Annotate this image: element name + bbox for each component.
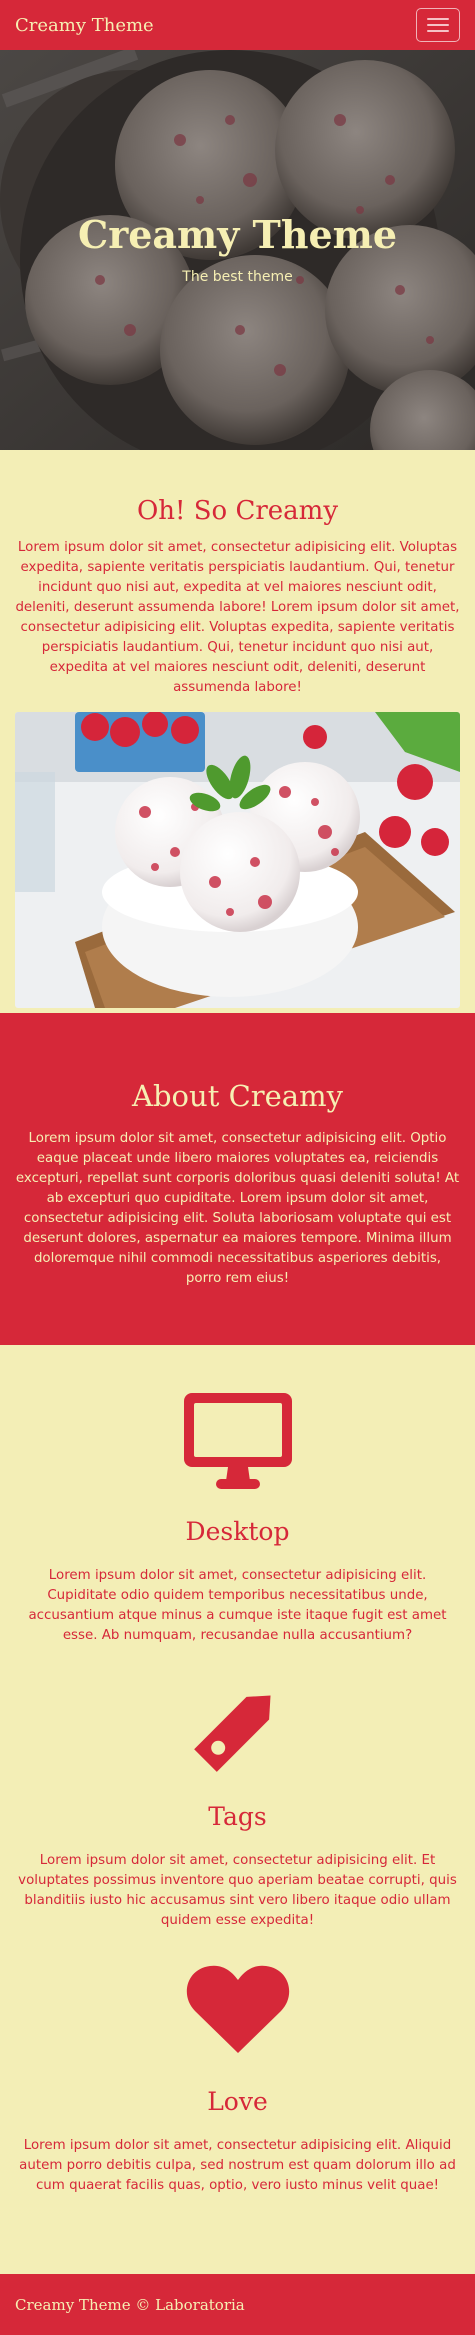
desktop-icon [18,1393,457,1493]
feature-tags: Tags Lorem ipsum dolor sit amet, consect… [18,1678,457,1931]
hamburger-bar [427,24,449,26]
feature-title: Desktop [185,1517,290,1546]
ice-cream-bowl-photo [15,712,460,1008]
feature-love: Love Lorem ipsum dolor sit amet, consect… [18,1963,457,2196]
about-creamy-section: About Creamy Lorem ipsum dolor sit amet,… [0,1013,475,1345]
hero-text: Creamy Theme The best theme [0,212,475,285]
feature-text: Lorem ipsum dolor sit amet, consectetur … [18,1853,457,1928]
feature-title: Tags [208,1802,267,1831]
section-text: Lorem ipsum dolor sit amet, consectetur … [15,540,460,695]
hero-subtitle: The best theme [182,269,293,285]
features-section: Desktop Lorem ipsum dolor sit amet, cons… [0,1345,475,2264]
hero-section: Creamy Theme The best theme [0,50,475,450]
tag-icon [18,1678,457,1778]
hero-title: Creamy Theme [77,212,398,257]
oh-so-creamy-section: Oh! So Creamy Lorem ipsum dolor sit amet… [0,450,475,1013]
hamburger-bar [427,18,449,20]
page: Creamy Theme Creamy Theme The best theme… [0,0,475,2335]
hamburger-bar [427,30,449,32]
feature-title: Love [207,2087,268,2116]
section-heading: About Creamy [132,1079,343,1113]
section-heading: Oh! So Creamy [136,496,339,526]
feature-desktop: Desktop Lorem ipsum dolor sit amet, cons… [18,1393,457,1646]
feature-text: Lorem ipsum dolor sit amet, consectetur … [28,1568,447,1643]
navbar: Creamy Theme [0,0,475,50]
navbar-brand[interactable]: Creamy Theme [15,15,154,36]
section-text: Lorem ipsum dolor sit amet, consectetur … [15,1131,460,1286]
footer: Creamy Theme © Laboratoria [0,2274,475,2335]
hamburger-menu-icon[interactable] [416,8,460,42]
footer-text: Creamy Theme © Laboratoria [15,2295,245,2314]
feature-text: Lorem ipsum dolor sit amet, consectetur … [19,2138,456,2193]
heart-icon [18,1963,457,2063]
